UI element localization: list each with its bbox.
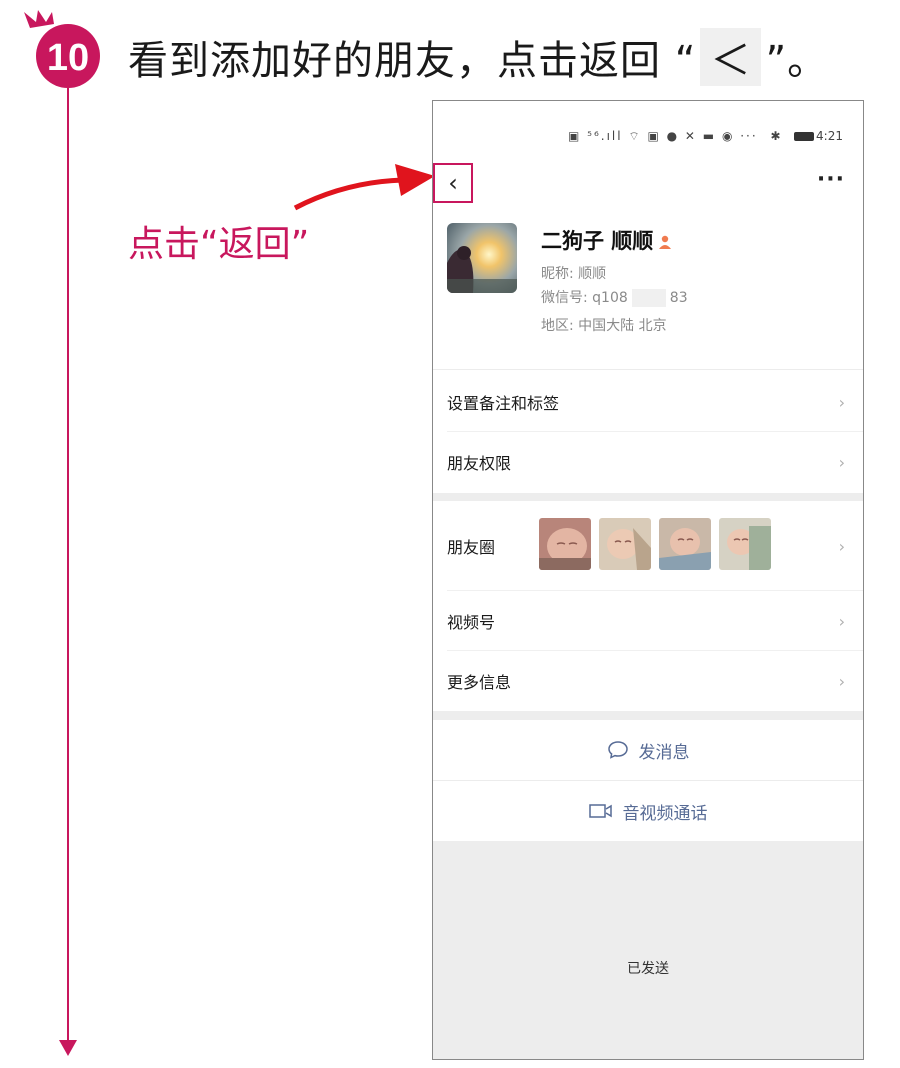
back-button[interactable]: ‹: [433, 163, 473, 203]
row-label: 更多信息: [447, 673, 512, 692]
step-instruction: 看到添加好的朋友，点击返回 “＜”。: [128, 28, 828, 86]
status-icons: ▣ ⁵⁶.ıll ⌔ ▣ ● ✕ ▬ ◉ ···: [568, 129, 758, 143]
more-options-button[interactable]: ···: [817, 167, 845, 192]
chevron-left-icon: ‹: [448, 169, 458, 197]
contact-name: 二狗子 顺顺: [541, 229, 654, 253]
avatar[interactable]: [447, 223, 517, 293]
moment-thumbnail: [539, 518, 591, 570]
chevron-right-icon: ›: [838, 671, 845, 691]
row-more-info[interactable]: 更多信息 ›: [433, 651, 863, 711]
wechat-id-suffix: 83: [669, 290, 688, 306]
moment-thumbnail: [659, 518, 711, 570]
divider: [433, 369, 863, 370]
battery-icon: [794, 132, 815, 141]
bottom-background: [433, 841, 863, 1059]
redacted-mask: [631, 289, 666, 307]
instruction-text-post: ”。: [765, 38, 829, 84]
row-label: 设置备注和标签: [447, 394, 560, 413]
moments-thumbnails: [539, 518, 771, 570]
profile-name: 二狗子 顺顺: [541, 225, 672, 255]
wechat-id-prefix: 微信号: q108: [541, 290, 628, 306]
row-label: 朋友权限: [447, 454, 512, 473]
status-time: 4:21: [816, 129, 843, 143]
bluetooth-icon: ✱: [770, 129, 781, 143]
phone-screen: ▣ ⁵⁶.ıll ⌔ ▣ ● ✕ ▬ ◉ ··· ✱ 4:21 ‹ ··· 二狗…: [432, 100, 864, 1060]
pointer-arrow: [293, 164, 435, 211]
chevron-right-icon: ›: [838, 392, 845, 412]
row-channels[interactable]: 视频号 ›: [433, 591, 863, 651]
gender-person-icon: [659, 235, 672, 249]
moment-thumbnail: [599, 518, 651, 570]
chevron-right-icon: ›: [838, 611, 845, 631]
video-call-button[interactable]: 音视频通话: [433, 781, 863, 841]
send-message-label: 发消息: [638, 742, 690, 763]
instruction-back-glyph: ＜: [700, 28, 762, 86]
chevron-right-icon: ›: [838, 536, 845, 556]
step-number: 10: [47, 37, 89, 79]
status-bar: ▣ ⁵⁶.ıll ⌔ ▣ ● ✕ ▬ ◉ ··· ✱ 4:21: [433, 125, 863, 149]
step-number-badge: 10: [24, 10, 100, 88]
status-right: ✱ 4:21: [771, 129, 843, 143]
chat-bubble-icon: [607, 741, 628, 759]
row-label: 视频号: [447, 613, 496, 632]
sent-toast: 已发送: [627, 961, 669, 977]
wechat-id: 微信号: q108 83: [541, 287, 688, 307]
section-gap: [433, 711, 863, 720]
send-message-button[interactable]: 发消息: [433, 720, 863, 780]
row-moments[interactable]: 朋友圈 ›: [433, 501, 863, 591]
timeline-arrow: [59, 88, 77, 1056]
row-label: 朋友圈: [447, 538, 496, 557]
section-gap: [433, 493, 863, 501]
row-remarks-tags[interactable]: 设置备注和标签 ›: [433, 372, 863, 432]
chevron-right-icon: ›: [838, 452, 845, 472]
moment-thumbnail: [719, 518, 771, 570]
row-friend-permissions[interactable]: 朋友权限 ›: [433, 432, 863, 492]
video-call-label: 音视频通话: [622, 803, 708, 824]
video-camera-icon: [588, 804, 612, 818]
region: 地区: 中国大陆 北京: [541, 318, 667, 334]
avatar-image: [447, 223, 517, 293]
annotation-label: 点击“返回”: [128, 224, 310, 265]
instruction-text-pre: 看到添加好的朋友，点击返回 “: [128, 38, 697, 84]
nickname: 昵称: 顺顺: [541, 266, 607, 282]
nav-bar: ‹ ···: [433, 163, 863, 203]
